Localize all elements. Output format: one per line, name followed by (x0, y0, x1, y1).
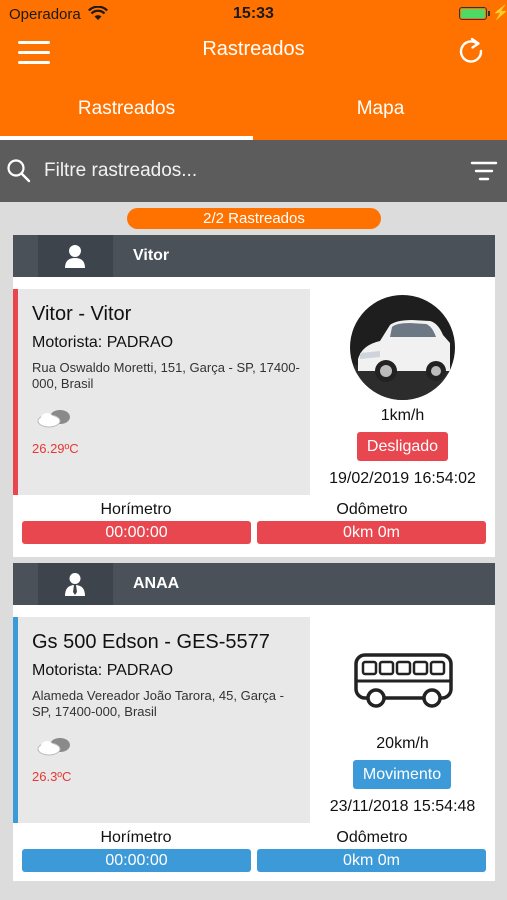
cloud-icon (37, 738, 70, 756)
filter-icon[interactable] (470, 160, 498, 182)
vehicle-address: Alameda Vereador João Tarora, 45, Garça … (32, 688, 284, 719)
vehicle-speed: 20km/h (376, 735, 429, 752)
user-icon (65, 245, 85, 268)
status-badge: Desligado (357, 432, 448, 461)
status-color-bar (13, 617, 18, 823)
vehicle-info-panel[interactable]: Vitor - Vitor Motorista: PADRAO Rua Oswa… (13, 289, 310, 495)
status-badge: Movimento (353, 760, 451, 789)
tab-rastreados[interactable]: Rastreados (0, 78, 253, 140)
driver-name: Motorista: PADRAO (32, 662, 174, 679)
tab-bar: Rastreados Mapa (0, 78, 507, 140)
bus-icon (354, 653, 453, 708)
vehicle-address: Rua Oswaldo Moretti, 151, Garça - SP, 17… (32, 360, 300, 391)
vehicle-info-panel[interactable]: Gs 500 Edson - GES-5577 Motorista: PADRA… (13, 617, 310, 823)
tracked-count-badge: 2/2 Rastreados (127, 208, 381, 229)
car-photo (350, 295, 455, 400)
page-title: Rastreados (202, 38, 305, 60)
card-header: ANAA (13, 563, 495, 605)
search-bar (0, 140, 507, 202)
vehicle-status-panel: 1km/h Desligado 19/02/2019 16:54:02 (310, 289, 495, 495)
odometro-value: 0km 0m (257, 849, 486, 872)
search-icon (7, 159, 31, 183)
tab-label: Rastreados (77, 98, 176, 119)
vehicle-speed: 1km/h (380, 407, 425, 424)
odometro-value: 0km 0m (257, 521, 486, 544)
tracked-group-card[interactable]: ANAA Gs 500 Edson - GES-5577 Motorista: … (13, 563, 495, 881)
cloud-icon (37, 410, 70, 428)
card-header: Vitor (13, 235, 495, 277)
horimetro-value: 00:00:00 (22, 521, 251, 544)
group-name: ANAA (133, 575, 180, 592)
battery-tip (488, 11, 490, 16)
nav-bar: Rastreados (0, 28, 507, 78)
group-name: Vitor (133, 247, 170, 264)
refresh-icon[interactable] (455, 35, 487, 67)
tracked-group-card[interactable]: Vitor Vitor - Vitor Motorista: PADRAO Ru… (13, 235, 495, 557)
horimetro-label: Horímetro (100, 829, 172, 846)
temperature: 26.29ºC (32, 441, 79, 456)
vehicle-status-panel: 20km/h Movimento 23/11/2018 15:54:48 (310, 617, 495, 823)
tab-label: Mapa (356, 98, 405, 119)
odometro-label: Odômetro (336, 501, 408, 518)
temperature: 26.3ºC (32, 769, 72, 784)
horimetro-label: Horímetro (100, 501, 172, 518)
last-update-datetime: 23/11/2018 15:54:48 (329, 798, 476, 815)
charging-icon: ⚡ (492, 4, 507, 20)
status-bar: Operadora 15:33 ⚡ (0, 0, 507, 28)
last-update-datetime: 19/02/2019 16:54:02 (329, 470, 476, 487)
clock: 15:33 (233, 5, 274, 22)
driver-name: Motorista: PADRAO (32, 334, 174, 351)
avatar (38, 235, 113, 277)
status-color-bar (13, 289, 18, 495)
search-input[interactable] (44, 154, 444, 188)
businessman-icon (65, 573, 85, 596)
vehicle-title: Vitor - Vitor (32, 303, 132, 325)
tab-mapa[interactable]: Mapa (254, 78, 507, 140)
battery-icon (459, 7, 487, 20)
vehicle-title: Gs 500 Edson - GES-5577 (32, 631, 270, 653)
avatar (38, 563, 113, 605)
horimetro-value: 00:00:00 (22, 849, 251, 872)
odometro-label: Odômetro (336, 829, 408, 846)
